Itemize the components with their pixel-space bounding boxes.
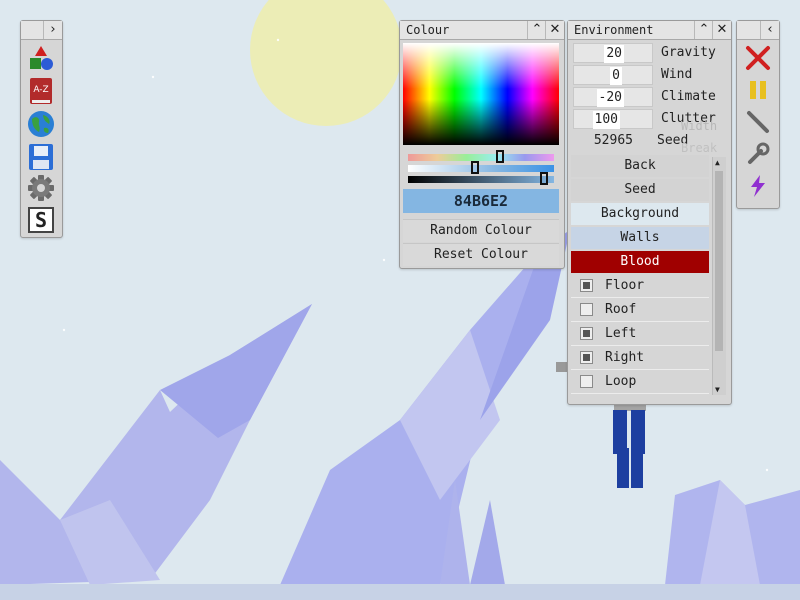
collapse-chevron-icon[interactable]: ⌃ bbox=[527, 21, 546, 39]
climate-field[interactable]: -20 bbox=[573, 87, 653, 107]
collapse-left-chevron-icon[interactable]: ‹ bbox=[760, 21, 779, 39]
scroll-down-icon[interactable]: ▼ bbox=[715, 385, 720, 394]
right-toggle[interactable]: Right bbox=[571, 347, 709, 370]
environment-scrollbar[interactable]: ▲ ▼ bbox=[712, 157, 726, 395]
collapse-chevron-icon[interactable]: ⌃ bbox=[694, 21, 713, 39]
a-z-label: A-Z bbox=[33, 85, 48, 95]
scrollbar-thumb[interactable] bbox=[715, 171, 723, 351]
saturation-slider[interactable] bbox=[408, 161, 554, 174]
left-label: Left bbox=[605, 326, 637, 341]
loop-toggle[interactable]: Loop bbox=[571, 371, 709, 394]
left-toggle[interactable]: Left bbox=[571, 323, 709, 346]
close-icon[interactable]: ✕ bbox=[545, 21, 564, 39]
close-x-icon[interactable] bbox=[742, 43, 774, 73]
hex-value[interactable]: 84B6E2 bbox=[403, 189, 559, 213]
brightness-slider[interactable] bbox=[408, 172, 554, 185]
globe-icon[interactable] bbox=[25, 109, 57, 139]
background-colour-button[interactable]: Background bbox=[571, 203, 709, 225]
random-colour-button[interactable]: Random Colour bbox=[403, 219, 559, 242]
wrench-icon[interactable] bbox=[742, 139, 774, 169]
wind-value: 0 bbox=[610, 67, 622, 85]
colour-title: Colour bbox=[406, 23, 450, 37]
gear-icon[interactable] bbox=[25, 173, 57, 203]
environment-panel: Environment ⌃ ✕ 20 Gravity 0 Wind -20 Cl… bbox=[567, 20, 732, 405]
s-icon[interactable]: S bbox=[25, 205, 57, 235]
colour-picker-field[interactable] bbox=[403, 43, 559, 145]
hue-slider[interactable] bbox=[408, 150, 554, 163]
right-label: Right bbox=[605, 350, 645, 365]
wind-label: Wind bbox=[661, 67, 693, 82]
left-checkbox[interactable] bbox=[580, 327, 593, 340]
environment-titlebar: Environment ⌃ ✕ bbox=[568, 21, 731, 40]
colour-titlebar: Colour ⌃ ✕ bbox=[400, 21, 564, 40]
save-disk-icon[interactable] bbox=[25, 142, 57, 172]
seed-field[interactable]: 52965 bbox=[573, 131, 653, 151]
back-button[interactable]: Back bbox=[571, 155, 709, 177]
pause-icon[interactable] bbox=[742, 75, 774, 105]
roof-toggle[interactable]: Roof bbox=[571, 299, 709, 322]
gravity-label: Gravity bbox=[661, 45, 716, 60]
brightness-slider-thumb[interactable] bbox=[540, 172, 548, 185]
reset-colour-button[interactable]: Reset Colour bbox=[403, 243, 559, 266]
hue-slider-thumb[interactable] bbox=[496, 150, 504, 163]
gravity-field[interactable]: 20 bbox=[573, 43, 653, 63]
loop-label: Loop bbox=[605, 374, 637, 389]
break-ghost-label: Break bbox=[681, 141, 718, 155]
scroll-up-icon[interactable]: ▲ bbox=[715, 158, 720, 167]
close-icon[interactable]: ✕ bbox=[712, 21, 731, 39]
clutter-field[interactable]: 100 bbox=[573, 109, 653, 129]
s-label: S bbox=[35, 208, 47, 232]
climate-value: -20 bbox=[596, 89, 624, 107]
floor-toggle[interactable]: Floor bbox=[571, 275, 709, 298]
colour-panel: Colour ⌃ ✕ 84B6E2 Random Colour Reset Co… bbox=[399, 20, 565, 269]
toolbar-titlebar: › bbox=[21, 21, 62, 40]
width-ghost-label: Width bbox=[681, 119, 718, 133]
line-tool-icon[interactable] bbox=[742, 107, 774, 137]
loop-checkbox[interactable] bbox=[580, 375, 593, 388]
clutter-value: 100 bbox=[592, 111, 620, 129]
right-checkbox[interactable] bbox=[580, 351, 593, 364]
roof-label: Roof bbox=[605, 302, 637, 317]
seed-value: 52965 bbox=[593, 133, 633, 148]
gravity-value: 20 bbox=[604, 45, 624, 63]
walls-colour-button[interactable]: Walls bbox=[571, 227, 709, 249]
seed-button[interactable]: Seed bbox=[571, 179, 709, 201]
lightning-icon[interactable] bbox=[742, 171, 774, 201]
expand-chevron-icon[interactable]: › bbox=[43, 21, 62, 39]
right-toolbar: ‹ bbox=[736, 20, 780, 209]
right-toolbar-titlebar: ‹ bbox=[737, 21, 779, 40]
blood-colour-button[interactable]: Blood bbox=[571, 251, 709, 273]
shapes-icon[interactable] bbox=[25, 43, 57, 73]
left-toolbar: › A-Z S bbox=[20, 20, 63, 238]
floor-checkbox[interactable] bbox=[580, 279, 593, 292]
wind-field[interactable]: 0 bbox=[573, 65, 653, 85]
floor-label: Floor bbox=[605, 278, 645, 293]
environment-title: Environment bbox=[574, 23, 654, 37]
a-z-book-icon[interactable]: A-Z bbox=[25, 76, 57, 106]
climate-label: Climate bbox=[661, 89, 716, 104]
roof-checkbox[interactable] bbox=[580, 303, 593, 316]
saturation-slider-thumb[interactable] bbox=[471, 161, 479, 174]
